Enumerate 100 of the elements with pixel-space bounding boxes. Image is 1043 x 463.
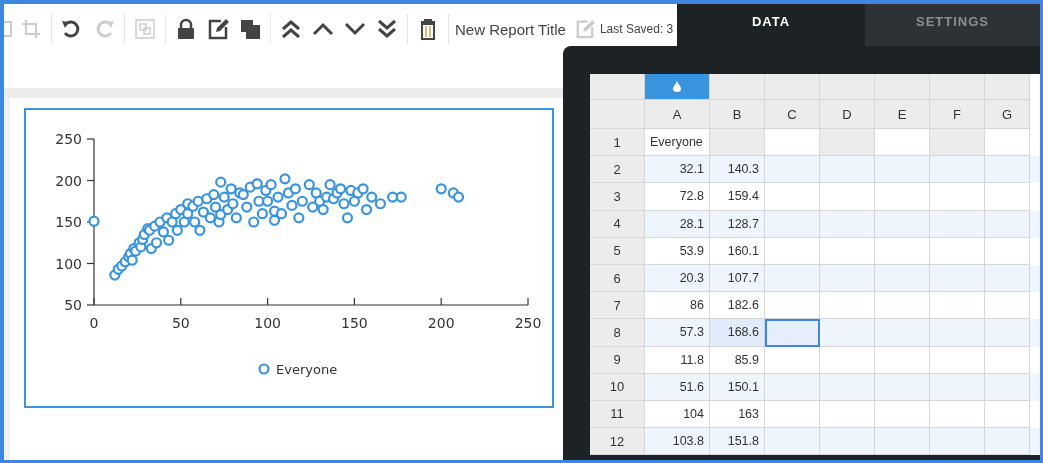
data-point (341, 212, 354, 224)
data-point (256, 208, 268, 220)
column-tag-cell[interactable] (645, 74, 710, 100)
report-title: New Report Title (455, 20, 566, 38)
table-cell: 151.8 (710, 428, 765, 456)
row-header[interactable]: 10 (590, 373, 645, 401)
row-header[interactable]: 7 (590, 292, 645, 320)
table-cell (930, 237, 985, 265)
table-cell (765, 237, 820, 265)
data-point (268, 214, 281, 226)
table-cell (930, 129, 985, 157)
last-saved-text: Last Saved: 3 (599, 22, 674, 36)
data-point (310, 187, 322, 199)
row-header[interactable]: 2 (590, 156, 645, 184)
table-cell (875, 319, 930, 347)
table-cell: 150.1 (710, 373, 765, 401)
row-header[interactable]: 3 (590, 183, 645, 211)
double-down-chevron-icon (376, 18, 398, 40)
column-tag-cell[interactable] (985, 74, 1030, 100)
row-header[interactable]: 6 (590, 264, 645, 293)
data-point (272, 191, 284, 203)
table-cell (930, 346, 985, 374)
tick-label: 0 (89, 315, 99, 331)
column-tag-cell[interactable] (710, 74, 765, 100)
data-point (251, 178, 263, 190)
tick-label: 100 (254, 315, 281, 331)
group-icon (134, 18, 156, 40)
row-header[interactable]: 8 (590, 319, 645, 347)
tick-label: 50 (171, 315, 190, 331)
row-header[interactable]: 5 (590, 237, 645, 265)
tab[interactable]: SETTINGS (865, 4, 1040, 46)
row-header[interactable]: 12 (590, 428, 645, 456)
table-cell (985, 428, 1030, 456)
data-point (338, 198, 350, 210)
data-point (303, 179, 315, 191)
data-point (279, 173, 291, 185)
data-point (357, 183, 369, 195)
selected-cell[interactable] (765, 319, 820, 347)
data-point (324, 179, 336, 191)
table-cell: 53.9 (645, 237, 710, 265)
table-cell (765, 129, 820, 157)
table-cell: 103.8 (645, 428, 710, 456)
table-cell (930, 210, 985, 238)
data-point (317, 203, 329, 216)
column-tag-cell[interactable] (765, 74, 820, 100)
table-cell (820, 183, 875, 211)
data-point (171, 224, 183, 236)
data-point (248, 216, 260, 228)
column-header[interactable]: G (985, 100, 1030, 129)
data-point (88, 215, 100, 227)
data-point (209, 201, 222, 213)
table-cell: 168.6 (710, 319, 765, 347)
data-point (435, 183, 447, 195)
data-point (395, 191, 407, 203)
data-point (452, 191, 465, 203)
copy-icon (239, 18, 261, 40)
table-cell (930, 319, 985, 347)
tick-label: 100 (55, 255, 82, 272)
column-tag-cell[interactable] (820, 74, 875, 100)
column-header[interactable]: D (820, 100, 875, 129)
table-cell (820, 210, 875, 238)
data-point (215, 176, 227, 188)
column-header[interactable]: E (875, 100, 930, 129)
crop-icon (20, 18, 42, 40)
tick-label: 250 (514, 315, 542, 331)
data-point (293, 212, 305, 224)
tick-label: 250 (55, 131, 82, 147)
table-cell (820, 319, 875, 347)
tick-label: 150 (341, 315, 368, 331)
row-header[interactable]: 11 (590, 400, 645, 429)
table-cell (765, 183, 820, 211)
tick-label: 150 (55, 214, 82, 230)
data-point (182, 208, 194, 220)
tab[interactable]: DATA (677, 4, 865, 46)
table-cell (985, 183, 1030, 211)
row-header[interactable]: 9 (590, 346, 645, 374)
column-header[interactable]: C (765, 100, 820, 129)
data-point (150, 237, 163, 249)
data-point (360, 203, 373, 216)
column-tag-cell[interactable] (875, 74, 930, 100)
data-point (275, 208, 288, 220)
legend-marker-icon (258, 363, 270, 375)
table-cell (820, 428, 875, 456)
column-tag-cell[interactable] (930, 74, 985, 100)
tick-label: 50 (64, 297, 82, 313)
data-point (286, 199, 298, 211)
column-header[interactable]: F (930, 100, 985, 129)
table-cell: 28.1 (645, 210, 710, 238)
row-header[interactable]: 4 (590, 210, 645, 238)
data-point (227, 198, 239, 210)
column-header[interactable]: B (710, 100, 765, 129)
data-point (197, 206, 209, 218)
table-cell (765, 210, 820, 238)
column-header[interactable]: A (645, 100, 710, 129)
lock-icon (175, 18, 197, 40)
table-cell (985, 210, 1030, 238)
edit-icon (207, 18, 229, 40)
data-point (262, 195, 274, 207)
row-header[interactable]: 1 (590, 129, 645, 157)
table-cell: 51.6 (645, 373, 710, 401)
